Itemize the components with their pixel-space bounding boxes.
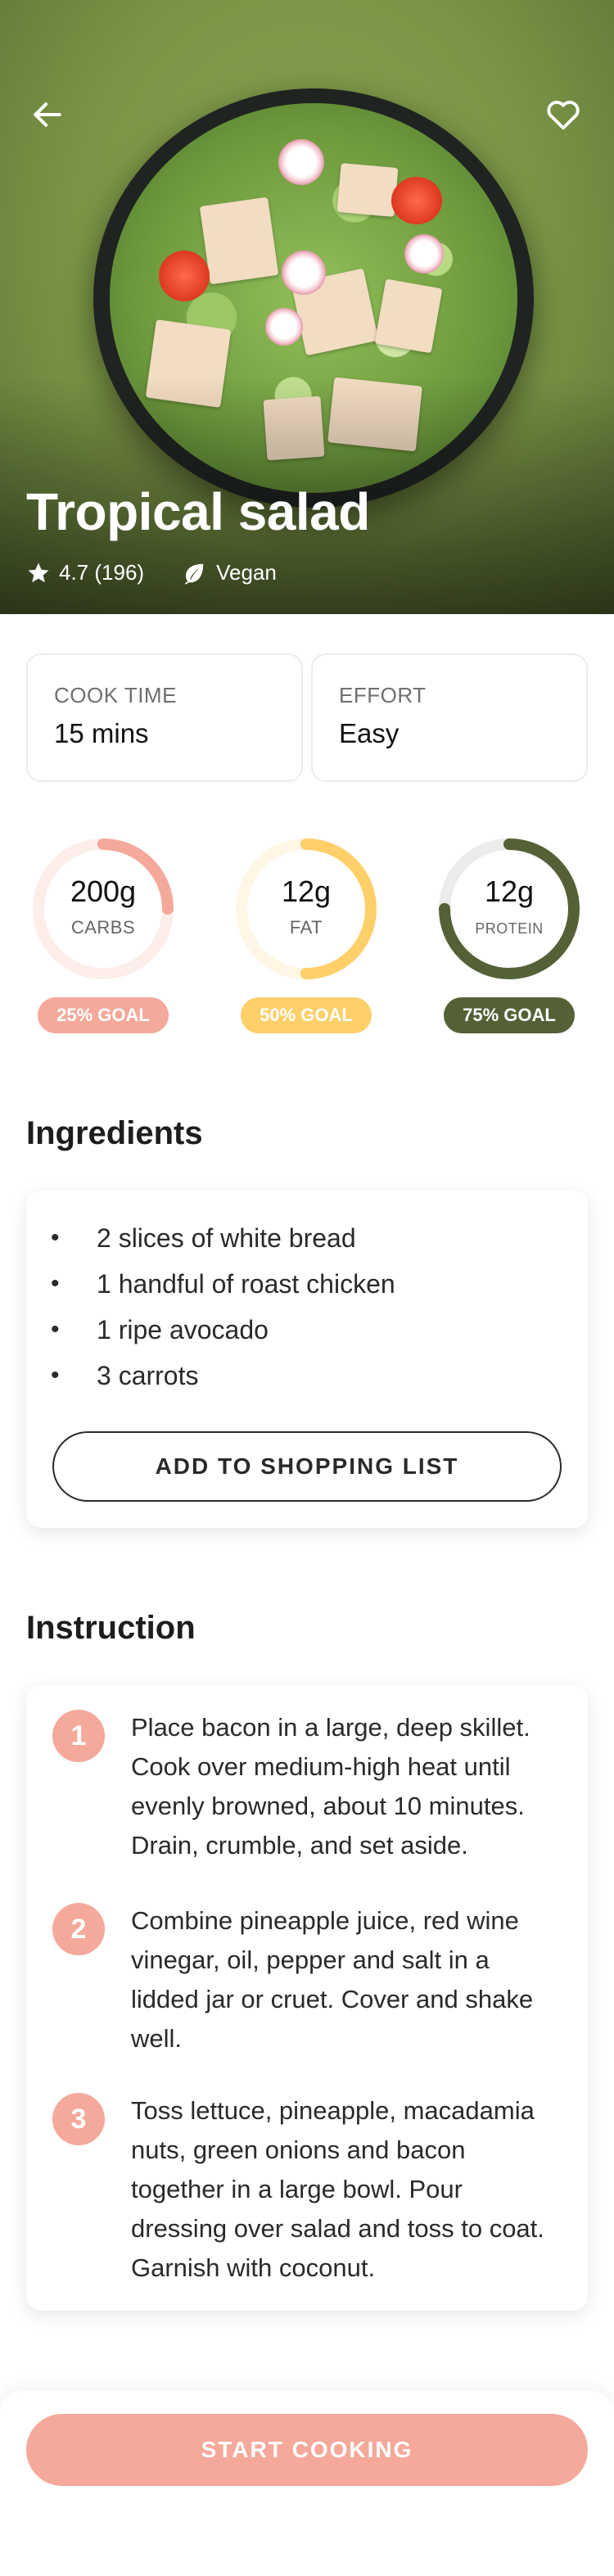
- ingredients-title: Ingredients: [26, 1115, 203, 1151]
- recipe-title: Tropical salad: [26, 482, 370, 541]
- protein-goal-badge: 75% GOAL: [444, 997, 575, 1033]
- protein-progress-ring: [439, 838, 580, 979]
- instruction-step: 1 Place bacon in a large, deep skillet. …: [52, 1708, 560, 1865]
- star-icon: [28, 563, 49, 582]
- step-text: Place bacon in a large, deep skillet. Co…: [131, 1713, 530, 1860]
- recipe-meta: 4.7 (196) Vegan: [26, 560, 277, 585]
- heart-outline-icon: [547, 101, 580, 130]
- instruction-step: 2 Combine pineapple juice, red wine vine…: [52, 1901, 560, 2059]
- cook-time-value: 15 mins: [54, 718, 149, 748]
- instruction-title: Instruction: [26, 1610, 196, 1646]
- effort-label: EFFORT: [339, 683, 427, 707]
- back-button[interactable]: [25, 92, 70, 138]
- arrow-left-icon: [34, 102, 61, 127]
- instruction-card: 1 Place bacon in a large, deep skillet. …: [26, 1685, 588, 2311]
- list-item: • 2 slices of white bread: [51, 1222, 356, 1253]
- effort-value: Easy: [339, 718, 400, 748]
- fat-label: FAT: [289, 917, 323, 938]
- protein-ring: 12g PROTEIN: [434, 834, 585, 984]
- leaf-icon: [184, 563, 204, 585]
- fat-value: 12g: [281, 874, 332, 908]
- fat-ring: 12g FAT: [231, 834, 381, 984]
- cook-time-label: COOK TIME: [54, 683, 177, 707]
- step-number: 1: [52, 1710, 105, 1762]
- favorite-button[interactable]: [540, 92, 586, 138]
- step-text: Toss lettuce, pineapple, macadamia nuts,…: [131, 2096, 544, 2282]
- diet-text: Vegan: [216, 560, 277, 585]
- instruction-step: 3 Toss lettuce, pineapple, macadamia nut…: [52, 2091, 560, 2288]
- carbs-progress-ring: [33, 838, 174, 979]
- rating-text: 4.7 (196): [59, 560, 145, 585]
- step-number: 3: [52, 2093, 105, 2145]
- fat-goal-badge: 50% GOAL: [241, 997, 372, 1033]
- fat-progress-ring: [236, 838, 377, 979]
- carbs-ring: 200g CARBS: [28, 834, 178, 984]
- list-item: • 1 handful of roast chicken: [51, 1268, 395, 1299]
- carbs-value: 200g: [70, 874, 137, 908]
- add-to-shopping-list-button[interactable]: ADD TO SHOPPING LIST: [52, 1431, 562, 1502]
- protein-value: 12g: [484, 874, 535, 908]
- protein-label: PROTEIN: [475, 920, 544, 937]
- cook-time-card: COOK TIME 15 mins: [26, 653, 303, 782]
- ingredients-list: • 2 slices of white bread • 1 handful of r…: [51, 1215, 395, 1399]
- start-cooking-button[interactable]: START COOKING: [26, 2414, 588, 2486]
- list-item: • 3 carrots: [51, 1360, 199, 1390]
- step-number: 2: [52, 1903, 105, 1955]
- effort-card: EFFORT Easy: [311, 653, 588, 782]
- list-item: • 1 ripe avocado: [51, 1314, 269, 1344]
- step-text: Combine pineapple juice, red wine vinega…: [131, 1906, 534, 2053]
- carbs-label: CARBS: [70, 917, 136, 938]
- carbs-goal-badge: 25% GOAL: [38, 997, 169, 1033]
